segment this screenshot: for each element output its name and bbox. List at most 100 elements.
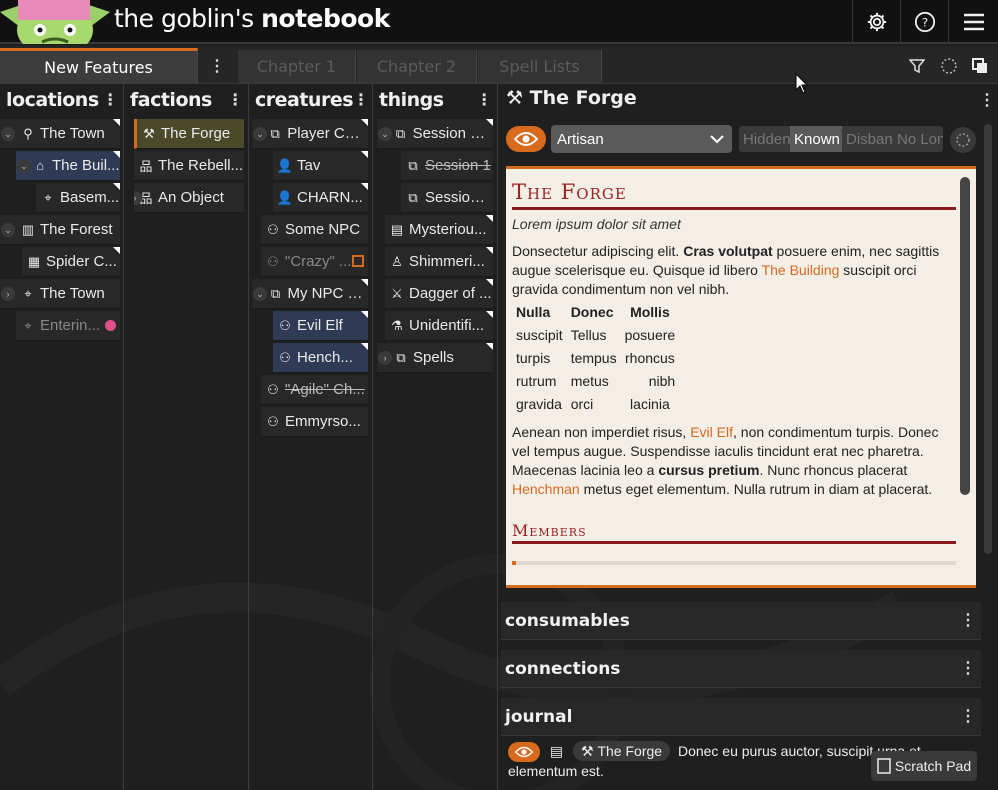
- scratch-pad-button[interactable]: Scratch Pad: [871, 751, 977, 781]
- column-options-icon[interactable]: ⋮: [226, 92, 244, 108]
- tree-node-dagger[interactable]: ⚔ Dagger of ...: [385, 279, 493, 309]
- tree-node-some-npc[interactable]: ⚇ Some NPC: [261, 215, 368, 245]
- tree-node-entering[interactable]: ⌖ Enterin...: [16, 311, 120, 341]
- section-connections[interactable]: connections ⋮: [501, 650, 981, 688]
- collapse-toggle-icon[interactable]: ⌄: [17, 159, 31, 173]
- puzzle-icon: ⧉: [408, 157, 418, 173]
- goblin-logo: [0, 0, 110, 44]
- tab-options-icon[interactable]: ⋮: [208, 58, 226, 75]
- gear-icon: [867, 12, 886, 32]
- tree-node-the-building[interactable]: ⌄ ⌂ The Buil...: [16, 151, 120, 181]
- copy-button[interactable]: [965, 50, 995, 82]
- panel-scrollbar[interactable]: [984, 124, 992, 554]
- tab-chapter-2[interactable]: Chapter 2: [357, 50, 477, 83]
- tree-node-the-town[interactable]: ⌄ ⚲ The Town: [0, 119, 120, 149]
- menu-button[interactable]: [948, 0, 998, 44]
- visibility-toggle-button[interactable]: [506, 126, 546, 152]
- mouse-cursor-icon: [795, 73, 809, 94]
- puzzle-icon: ⧉: [395, 125, 406, 141]
- tree-node-charn[interactable]: 👤 CHARN...: [273, 183, 368, 213]
- person-pin-icon: ⚲: [23, 125, 33, 141]
- panel-title: ⚒ The Forge: [506, 87, 637, 109]
- org-chart-icon: 品: [139, 159, 153, 174]
- tree-node-session-1[interactable]: ⧉ Session 1: [401, 151, 493, 181]
- dotted-circle-button[interactable]: [934, 50, 964, 82]
- tree-node-evil-elf[interactable]: ⚇ Evil Elf: [273, 311, 368, 341]
- tree-node-emmyrson[interactable]: ⚇ Emmyrso...: [261, 407, 368, 437]
- panel-options-icon[interactable]: ⋮: [978, 92, 996, 109]
- person-outline-icon: ⚇: [279, 349, 291, 365]
- status-circle-button[interactable]: [950, 127, 976, 153]
- help-button[interactable]: ?: [900, 0, 948, 44]
- tree-node-basement[interactable]: ⌖ Basem...: [36, 183, 120, 213]
- section-options-icon[interactable]: ⋮: [959, 612, 977, 629]
- settings-button[interactable]: [852, 0, 900, 44]
- top-bar: the goblin's notebook ?: [0, 0, 998, 44]
- members-heading: Members: [512, 521, 587, 540]
- tree-node-the-forge[interactable]: ⚒ The Forge: [134, 119, 244, 149]
- orange-status-square: [352, 255, 364, 267]
- status-option-hidden[interactable]: Hidden: [739, 126, 790, 152]
- column-options-icon[interactable]: ⋮: [353, 92, 369, 108]
- column-options-icon[interactable]: ⋮: [475, 92, 493, 108]
- collapse-toggle-icon[interactable]: ⌄: [378, 127, 392, 141]
- status-option-disbanded[interactable]: Disbanded: [842, 126, 893, 152]
- tree-node-unidentified[interactable]: ⚗ Unidentifi...: [385, 311, 493, 341]
- eye-icon[interactable]: [508, 742, 540, 763]
- tree-node-spells[interactable]: › ⧉ Spells: [377, 343, 493, 373]
- tree-node-agile[interactable]: ⚇ "Agile" Ch...: [261, 375, 368, 405]
- section-options-icon[interactable]: ⋮: [959, 660, 977, 677]
- filter-icon: [909, 59, 925, 74]
- tab-chapter-1[interactable]: Chapter 1: [238, 50, 356, 83]
- status-option-no-longer[interactable]: No Longer: [893, 126, 943, 152]
- tab-spell-lists[interactable]: Spell Lists: [478, 50, 602, 83]
- tree-node-the-town-2[interactable]: › ⌖ The Town: [0, 279, 120, 309]
- expand-toggle-icon[interactable]: ›: [378, 351, 392, 365]
- link-henchman[interactable]: Henchman: [512, 481, 580, 497]
- journal-faction-chip[interactable]: ⚒ The Forge: [573, 741, 671, 761]
- tree-node-my-npc-group[interactable]: ⌄ ⧉ My NPC G...: [252, 279, 368, 309]
- notepad-icon: [877, 758, 891, 774]
- collapse-toggle-icon[interactable]: ⌄: [253, 287, 267, 301]
- tree-node-player-characters[interactable]: ⌄ ⧉ Player Cha...: [252, 119, 368, 149]
- person-icon: 👤: [276, 189, 294, 205]
- tree-node-mysterious[interactable]: ▤ Mysteriou...: [385, 215, 493, 245]
- tree-node-the-forest[interactable]: ⌄ ▥ The Forest: [0, 215, 120, 245]
- tree-node-crazy[interactable]: ⚇ "Crazy" ...: [261, 247, 368, 277]
- section-journal[interactable]: journal ⋮: [501, 698, 981, 736]
- tree-node-session[interactable]: ⧉ Session ...: [401, 183, 493, 213]
- link-evil-elf[interactable]: Evil Elf: [690, 424, 733, 440]
- section-consumables[interactable]: consumables ⋮: [501, 602, 981, 640]
- type-select[interactable]: Artisan: [551, 125, 732, 153]
- tab-new-features[interactable]: New Features: [0, 48, 198, 83]
- card-scrollbar[interactable]: [960, 177, 970, 495]
- horizontal-scrollbar[interactable]: [512, 561, 956, 565]
- column-header: locations ⋮: [6, 89, 119, 111]
- tree-node-session-plans[interactable]: ⌄ ⧉ Session Pl...: [377, 119, 493, 149]
- app-title: the goblin's notebook: [114, 4, 390, 33]
- help-icon: ?: [914, 11, 935, 33]
- column-header: things ⋮: [379, 89, 493, 111]
- tree-node-tav[interactable]: 👤 Tav: [273, 151, 368, 181]
- person-outline-icon: ⚇: [267, 413, 279, 429]
- person-outline-icon: ⚇: [267, 221, 279, 237]
- collapse-toggle-icon[interactable]: ⌄: [1, 127, 15, 141]
- column-locations: locations ⋮ ⌄ ⚲ The Town ⌄ ⌂ The Buil... ⌖ Bas…: [0, 84, 124, 790]
- column-options-icon[interactable]: ⋮: [101, 92, 119, 108]
- link-the-building[interactable]: The Building: [762, 262, 840, 278]
- tree-node-the-rebellion[interactable]: 品 The Rebell...: [134, 151, 244, 181]
- card-subtitle: Lorem ipsum dolor sit amet: [512, 216, 681, 232]
- tree-node-henchman[interactable]: ⚇ Hench...: [273, 343, 368, 373]
- tree-node-spider-cave[interactable]: ▦ Spider C...: [22, 247, 120, 277]
- collapse-toggle-icon[interactable]: ⌄: [253, 127, 267, 141]
- copy-icon: [972, 58, 987, 73]
- puzzle-icon: ⧉: [408, 189, 418, 205]
- expand-toggle-icon[interactable]: ›: [1, 287, 15, 301]
- section-options-icon[interactable]: ⋮: [959, 708, 977, 725]
- eye-icon: [514, 132, 538, 146]
- filter-button[interactable]: [902, 50, 932, 82]
- collapse-toggle-icon[interactable]: ⌄: [1, 223, 15, 237]
- tree-node-shimmering[interactable]: ♙ Shimmeri...: [385, 247, 493, 277]
- tree-node-an-object[interactable]: ›品An Object: [134, 183, 244, 213]
- status-option-known[interactable]: Known: [790, 126, 842, 152]
